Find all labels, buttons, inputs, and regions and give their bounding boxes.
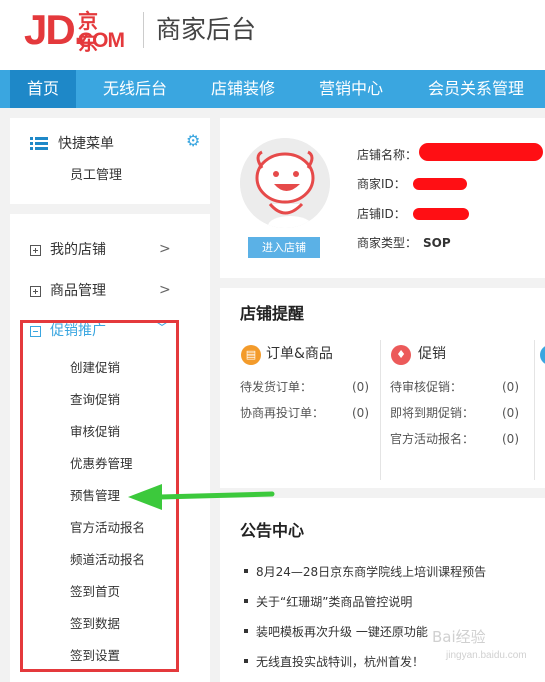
collapse-minus-icon[interactable] (30, 326, 41, 337)
merchant-type-row: 商家类型： SOP (357, 235, 451, 251)
redacted-mark (413, 178, 467, 190)
merchant-type-value: SOP (423, 236, 451, 250)
submenu-item-checkin-settings[interactable]: 签到设置 (70, 647, 120, 665)
notice-item[interactable]: 关于“红珊瑚”类商品管控说明 (244, 594, 412, 610)
sidebar-item-promotion[interactable]: 促销推广 (50, 321, 106, 341)
watermark-sub: jingyan.baidu.com (446, 650, 527, 661)
pending-shipment-label[interactable]: 待发货订单： (240, 379, 312, 395)
submenu-item-channel-signup[interactable]: 频道活动报名 (70, 551, 145, 569)
promotion-icon: ♦ (391, 345, 411, 365)
notice-item[interactable]: 装吧模板再次升级 一键还原功能 (244, 624, 428, 640)
notice-item[interactable]: 8月24—28日京东商学院线上培训课程预告 (244, 564, 486, 580)
submenu-item-official-signup[interactable]: 官方活动报名 (70, 519, 145, 537)
notice-title: 公告中心 (240, 521, 305, 540)
quick-menu-title: 快捷菜单 (58, 136, 114, 152)
partial-column-icon (540, 345, 545, 365)
nav-item-decoration[interactable]: 店铺装修 (198, 70, 288, 108)
chevron-right-icon[interactable]: > (159, 281, 171, 299)
page-title: 商家后台 (156, 15, 257, 44)
sidebar-item-products[interactable]: 商品管理 (50, 281, 106, 301)
main-nav: 首页 无线后台 店铺装修 营销中心 会员关系管理 (0, 70, 545, 108)
sidebar-menu: 我的店铺 > 商品管理 > 促销推广 ﹀ 创建促销 查询促销 审核促销 优惠券管… (10, 214, 210, 682)
column-divider (380, 340, 381, 480)
submenu-item-query-promotion[interactable]: 查询促销 (70, 391, 120, 409)
expiring-promotion-label[interactable]: 即将到期促销： (390, 405, 474, 421)
nav-item-wireless[interactable]: 无线后台 (90, 70, 180, 108)
official-signup-count[interactable]: (0) (502, 431, 519, 447)
column-divider (534, 340, 535, 480)
gear-icon[interactable]: ⚙ (186, 132, 200, 150)
submenu-item-create-promotion[interactable]: 创建促销 (70, 359, 120, 377)
pending-review-label[interactable]: 待审核促销： (390, 379, 462, 395)
promotion-heading: 促销 (418, 346, 446, 362)
chevron-down-icon[interactable]: ﹀ (155, 320, 169, 338)
list-icon (30, 137, 48, 151)
reminder-title: 店铺提醒 (240, 304, 305, 323)
sidebar-item-my-store[interactable]: 我的店铺 (50, 240, 106, 260)
store-reminder-panel: 店铺提醒 ▤ 订单&商品 待发货订单： (0) 协商再投订单： (0) ♦ 促销… (220, 288, 545, 488)
submenu-item-checkin-home[interactable]: 签到首页 (70, 583, 120, 601)
pending-review-count[interactable]: (0) (502, 379, 519, 395)
official-signup-label[interactable]: 官方活动报名： (390, 431, 474, 447)
quick-menu-panel: 快捷菜单 ⚙ 员工管理 (10, 118, 210, 204)
submenu-item-presale[interactable]: 预售管理 (70, 487, 120, 505)
nav-item-home[interactable]: 首页 (10, 70, 76, 108)
store-id-label: 店铺ID： (357, 207, 406, 221)
store-avatar (240, 138, 330, 228)
orders-products-heading: 订单&商品 (266, 346, 333, 362)
renegotiate-order-label[interactable]: 协商再投订单： (240, 405, 324, 421)
store-name-label: 店铺名称： (357, 148, 418, 162)
submenu-item-review-promotion[interactable]: 审核促销 (70, 423, 120, 441)
logo-jd-text: JD. (24, 6, 85, 53)
expand-plus-icon[interactable] (30, 245, 41, 256)
redacted-mark (413, 208, 469, 220)
redacted-mark (419, 143, 543, 161)
nav-item-marketing[interactable]: 营销中心 (306, 70, 396, 108)
enter-store-button[interactable]: 进入店铺 (248, 237, 320, 258)
pending-shipment-count[interactable]: (0) (352, 379, 369, 395)
expiring-promotion-count[interactable]: (0) (502, 405, 519, 421)
watermark: Bai经验 (432, 628, 486, 646)
chevron-right-icon[interactable]: > (159, 240, 171, 258)
submenu-item-checkin-data[interactable]: 签到数据 (70, 615, 120, 633)
nav-item-member[interactable]: 会员关系管理 (418, 70, 534, 108)
submenu-item-coupons[interactable]: 优惠券管理 (70, 455, 133, 473)
document-icon: ▤ (241, 345, 261, 365)
merchant-id-label: 商家ID： (357, 177, 406, 191)
top-header: JD. 京东 COM 商家后台 (0, 0, 545, 70)
logo-com-text: COM (78, 29, 125, 52)
renegotiate-order-count[interactable]: (0) (352, 405, 369, 421)
expand-plus-icon[interactable] (30, 286, 41, 297)
header-divider (143, 12, 144, 48)
notice-item[interactable]: 无线直投实战特训，杭州首发！ (244, 654, 424, 670)
merchant-type-label: 商家类型： (357, 236, 418, 250)
store-info-panel: 进入店铺 店铺名称： 商家ID： 店铺ID： 商家类型： SOP (220, 118, 545, 278)
quick-menu-item-staff[interactable]: 员工管理 (70, 166, 122, 186)
